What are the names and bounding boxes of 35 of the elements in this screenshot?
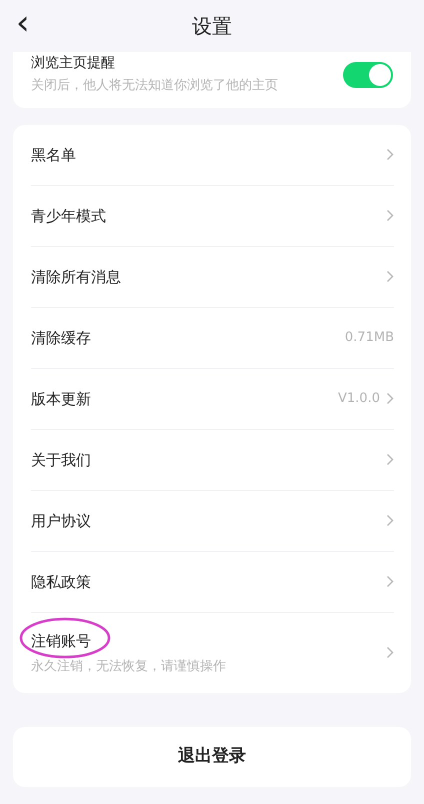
chevron-right-icon [386, 646, 394, 659]
row-label: 隐私政策 [31, 572, 91, 592]
settings-row[interactable]: 隐私政策 [31, 552, 394, 612]
settings-row[interactable]: 青少年模式 [31, 186, 394, 246]
row-description: 永久注销，无法恢复，请谨慎操作 [31, 658, 226, 676]
chevron-right-icon [386, 514, 394, 527]
row-label: 注销账号 [31, 630, 91, 652]
setting-description: 关闭后，他人将无法知道你浏览了他的主页 [31, 77, 278, 95]
chevron-right-icon [386, 148, 394, 161]
page-title: 设置 [192, 13, 232, 40]
chevron-right-icon [386, 453, 394, 466]
settings-row[interactable]: 用户协议 [31, 490, 394, 552]
row-label: 版本更新 [31, 388, 91, 410]
settings-row[interactable]: 清除缓存 0.71MB [31, 308, 394, 368]
settings-row[interactable]: 清除所有消息 [31, 246, 394, 308]
settings-row[interactable]: 注销账号 永久注销，无法恢复，请谨慎操作 [17, 612, 394, 692]
row-label: 清除所有消息 [31, 266, 121, 288]
row-value: V1.0.0 [338, 390, 380, 408]
row-label: 关于我们 [31, 450, 91, 470]
row-label: 黑名单 [31, 144, 76, 166]
row-value: 0.71MB [344, 328, 394, 347]
toggle-switch[interactable] [343, 62, 393, 88]
row-label: 用户协议 [31, 510, 91, 532]
chevron-right-icon [386, 392, 394, 405]
settings-row[interactable]: 版本更新 V1.0.0 [31, 368, 394, 430]
chevron-right-icon [386, 270, 394, 283]
settings-row[interactable]: 关于我们 [31, 430, 394, 490]
back-button[interactable]: ‹ [10, 6, 36, 40]
chevron-right-icon [386, 575, 394, 588]
logout-button[interactable]: 退出登录 [13, 726, 411, 786]
chevron-right-icon [386, 209, 394, 222]
settings-row[interactable]: 黑名单 [31, 124, 394, 186]
row-label: 清除缓存 [31, 328, 91, 348]
row-label: 青少年模式 [31, 206, 106, 226]
setting-title: 浏览主页提醒 [31, 54, 116, 72]
